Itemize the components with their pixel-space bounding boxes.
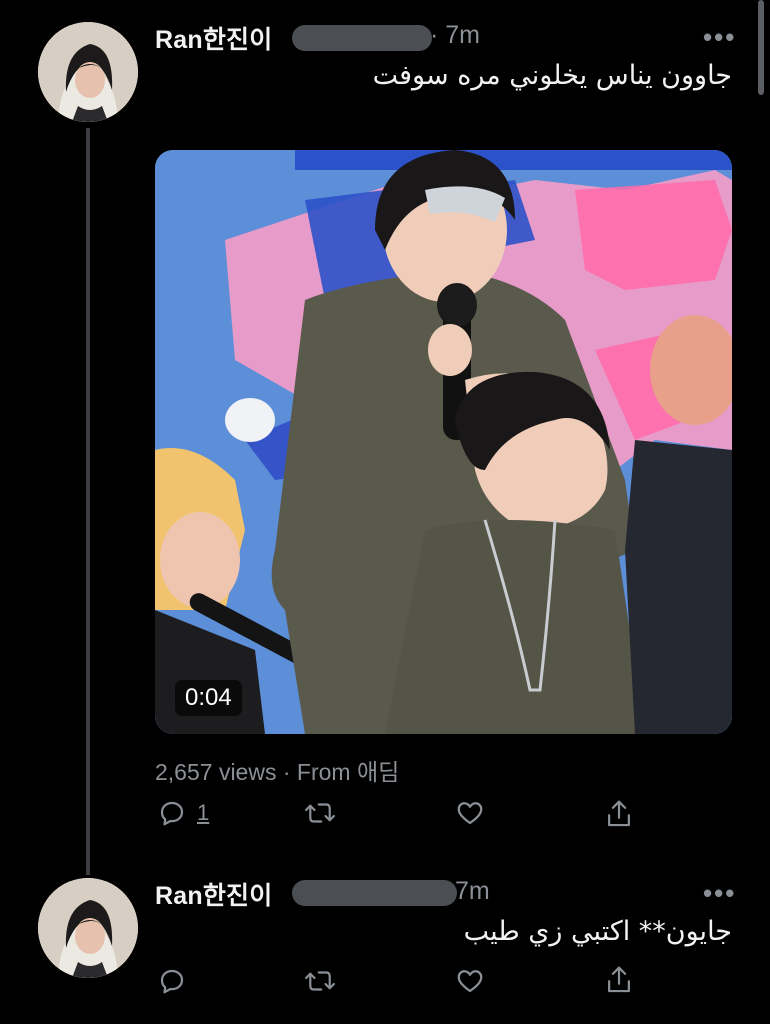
- avatar[interactable]: [38, 878, 138, 978]
- avatar[interactable]: [38, 22, 138, 122]
- video-frame-illustration: [155, 150, 732, 734]
- share-button[interactable]: [604, 798, 634, 830]
- like-button[interactable]: [455, 966, 485, 996]
- reply-count: 1: [197, 800, 210, 825]
- tweet-text: جايون** اكتبي زي طيب: [463, 916, 732, 947]
- tweet-text: جاوون يناس يخلوني مره سوفت: [372, 60, 732, 91]
- video-player[interactable]: [155, 150, 732, 734]
- blurred-handle: [292, 880, 457, 906]
- views-and-source: 2,657 views · From 애딤: [155, 759, 400, 785]
- reply-button[interactable]: [157, 966, 187, 996]
- reply-icon: [160, 801, 184, 826]
- reply-button[interactable]: 1: [157, 798, 209, 828]
- retweet-button[interactable]: [303, 966, 337, 996]
- like-button[interactable]: [455, 798, 485, 828]
- timestamp[interactable]: 7m: [455, 877, 490, 906]
- blurred-handle: [292, 25, 432, 51]
- share-button[interactable]: [604, 964, 634, 996]
- reply-icon: [160, 969, 184, 994]
- video-duration-badge: 0:04: [175, 680, 242, 716]
- display-name[interactable]: Ran한진이: [155, 876, 272, 912]
- timestamp[interactable]: · 7m: [430, 21, 480, 50]
- retweet-button[interactable]: [303, 798, 337, 828]
- heart-icon: [457, 802, 483, 825]
- retweet-icon: [304, 803, 336, 823]
- more-options-icon[interactable]: •••: [703, 22, 736, 53]
- thread-line: [86, 128, 90, 875]
- display-name[interactable]: Ran한진이: [155, 20, 272, 56]
- scrollbar[interactable]: [758, 0, 764, 95]
- more-options-icon[interactable]: •••: [703, 878, 736, 909]
- share-icon: [608, 966, 630, 993]
- retweet-icon: [304, 971, 336, 991]
- heart-icon: [457, 970, 483, 993]
- share-icon: [608, 800, 630, 827]
